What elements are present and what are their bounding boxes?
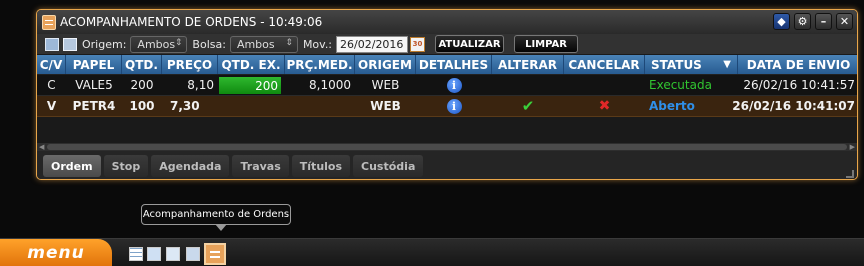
window-controls: ◆ ⚙ – ✕ — [773, 13, 853, 30]
col-header-preco[interactable]: PREÇO — [162, 55, 218, 74]
origem-label: Origem: — [82, 37, 127, 51]
bolsa-select[interactable]: Ambos ⇕ — [229, 35, 298, 53]
close-button[interactable]: ✕ — [836, 13, 853, 30]
bolsa-select-value: Ambos — [236, 37, 275, 51]
window-title: ACOMPANHAMENTO DE ORDENS - 10:49:06 — [60, 15, 323, 29]
checkmark-icon[interactable]: ✔ — [522, 97, 535, 115]
tab-stop[interactable]: Stop — [103, 155, 149, 177]
orders-taskbar-icon[interactable] — [204, 243, 226, 265]
cell-alterar: ✔ — [492, 96, 564, 116]
atualizar-button[interactable]: ATUALIZAR — [435, 35, 505, 53]
tab-travas[interactable]: Travas — [232, 155, 289, 177]
cell-status: Aberto — [649, 99, 695, 113]
grid-header: C/V PAPEL QTD. PREÇO QTD. EX. PRÇ.MED. O… — [37, 55, 857, 74]
cell-origem: WEB — [370, 99, 401, 113]
scroll-right-icon[interactable]: ▶ — [850, 143, 855, 151]
col-header-alterar[interactable]: ALTERAR — [492, 55, 564, 74]
tab-agendada[interactable]: Agendada — [151, 155, 230, 177]
col-header-status-label: STATUS — [651, 57, 702, 72]
cell-data-envio: 26/02/16 10:41:57 — [743, 78, 855, 92]
col-header-cancelar[interactable]: CANCELAR — [564, 55, 645, 74]
col-header-cv[interactable]: C/V — [37, 55, 66, 74]
col-header-status[interactable]: STATUS ▼ — [645, 55, 738, 74]
cell-prc-med: 8,1000 — [309, 78, 351, 92]
resize-grip-icon[interactable] — [846, 170, 854, 178]
info-icon[interactable]: i — [446, 98, 462, 114]
taskbar: menu — [0, 238, 864, 266]
col-header-origem[interactable]: ORIGEM — [355, 55, 416, 74]
bolsa-label: Bolsa: — [192, 37, 226, 51]
calendar-grid-icon[interactable] — [147, 247, 161, 261]
cancel-x-icon[interactable]: ✖ — [599, 98, 611, 114]
table-row[interactable]: V PETR4 100 7,30 WEB i ✔ ✖ Aberto 26/02/… — [37, 96, 857, 117]
cell-preco: 7,30 — [170, 99, 200, 113]
menu-button[interactable]: menu — [0, 239, 112, 266]
horizontal-scrollbar[interactable]: ◀ ▶ — [37, 143, 857, 151]
grid-empty-area — [37, 117, 857, 143]
cell-qtd: 100 — [129, 99, 155, 113]
quotes-grid-icon[interactable] — [129, 247, 143, 261]
document-icon[interactable] — [186, 247, 200, 261]
chevron-down-icon: ⇕ — [174, 37, 183, 48]
tab-bar: Ordem Stop Agendada Travas Títulos Custó… — [37, 151, 857, 179]
cell-status: Executada — [649, 78, 712, 92]
origem-select[interactable]: Ambos ⇕ — [130, 35, 188, 53]
cell-papel: VALE5 — [75, 78, 113, 92]
col-header-prc-med[interactable]: PRÇ.MED. — [285, 55, 355, 74]
taskbar-tooltip: Acompanhamento de Ordens — [141, 204, 291, 231]
cell-data-envio: 26/02/16 10:41:07 — [732, 99, 855, 113]
gear-icon[interactable]: ⚙ — [794, 13, 811, 30]
scroll-left-icon[interactable]: ◀ — [39, 143, 44, 151]
layers-icon[interactable]: ◆ — [773, 13, 790, 30]
table-row[interactable]: C VALE5 200 8,10 200 8,1000 WEB i Execut… — [37, 75, 857, 96]
cell-detalhes: i — [416, 75, 492, 95]
cell-cancelar: ✖ — [564, 96, 645, 116]
cell-qtd-ex-filled: 200 — [219, 77, 281, 94]
col-header-data-envio[interactable]: DATA DE ENVIO — [738, 55, 857, 74]
cell-detalhes: i — [416, 96, 492, 116]
col-header-qtd-ex[interactable]: QTD. EX. — [218, 55, 285, 74]
search-orders-icon[interactable] — [45, 37, 59, 51]
sort-desc-icon: ▼ — [723, 59, 731, 70]
calendar-icon[interactable]: 30 — [410, 36, 426, 52]
cell-qtd: 200 — [130, 78, 154, 92]
cell-cv: V — [46, 99, 57, 113]
orders-window-icon — [42, 14, 56, 30]
limpar-button[interactable]: LIMPAR — [514, 35, 579, 53]
cell-preco: 8,10 — [187, 78, 214, 92]
copy-orders-icon[interactable] — [63, 37, 77, 51]
orders-window: ACOMPANHAMENTO DE ORDENS - 10:49:06 ◆ ⚙ … — [36, 9, 858, 180]
mov-label: Mov.: — [302, 37, 333, 51]
col-header-papel[interactable]: PAPEL — [66, 55, 122, 74]
tab-custodia[interactable]: Custódia — [353, 155, 424, 177]
origem-select-value: Ambos — [137, 37, 176, 51]
col-header-qtd[interactable]: QTD. — [122, 55, 162, 74]
col-header-detalhes[interactable]: DETALHES — [416, 55, 492, 74]
window-titlebar[interactable]: ACOMPANHAMENTO DE ORDENS - 10:49:06 ◆ ⚙ … — [37, 10, 857, 34]
filter-bar: Origem: Ambos ⇕ Bolsa: Ambos ⇕ Mov.: 26/02… — [37, 34, 857, 55]
minimize-button[interactable]: – — [815, 13, 832, 30]
tab-ordem[interactable]: Ordem — [43, 155, 101, 177]
book-icon[interactable] — [166, 247, 180, 261]
chevron-down-icon: ⇕ — [285, 37, 293, 48]
cell-papel: PETR4 — [72, 99, 116, 113]
cell-origem: WEB — [371, 78, 400, 92]
cell-cv: C — [47, 78, 56, 92]
tab-titulos[interactable]: Títulos — [291, 155, 351, 177]
scrollbar-thumb[interactable] — [47, 144, 847, 150]
info-icon[interactable]: i — [446, 77, 462, 93]
mov-date-input[interactable]: 26/02/2016 — [336, 35, 409, 53]
